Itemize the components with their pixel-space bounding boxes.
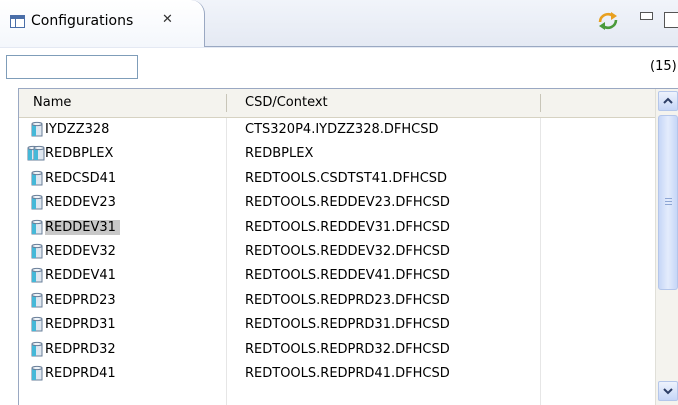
cell-csd-context: REDTOOLS.REDDEV32.DFHCSD	[245, 243, 450, 259]
cell-name: REDBPLEX	[45, 146, 114, 162]
table-row[interactable]: REDDEV23 REDTOOLS.REDDEV23.DFHCSD	[19, 191, 655, 215]
maximize-icon[interactable]	[664, 12, 678, 28]
table-row[interactable]: REDPRD41 REDTOOLS.REDPRD41.DFHCSD	[19, 362, 655, 386]
database-icon	[27, 292, 45, 309]
database-icon	[27, 194, 45, 211]
table-row[interactable]: REDDEV31 REDTOOLS.REDDEV31.DFHCSD	[19, 216, 655, 240]
column-separator[interactable]	[540, 94, 541, 112]
database-icon	[27, 170, 45, 187]
column-header-csd-context[interactable]: CSD/Context	[245, 95, 328, 110]
cell-name: IYDZZ328	[45, 122, 110, 137]
table-row[interactable]: REDDEV32 REDTOOLS.REDDEV32.DFHCSD	[19, 240, 655, 264]
cell-name: REDDEV31	[45, 219, 120, 235]
table-row[interactable]: REDPRD23 REDTOOLS.REDPRD23.DFHCSD	[19, 289, 655, 313]
cell-csd-context: REDTOOLS.REDPRD32.DFHCSD	[245, 341, 450, 357]
cell-csd-context: CTS320P4.IYDZZ328.DFHCSD	[245, 122, 439, 137]
table-row[interactable]: REDPRD32 REDTOOLS.REDPRD32.DFHCSD	[19, 338, 655, 362]
cell-name: REDDEV32	[45, 243, 116, 259]
cell-name: REDPRD23	[45, 292, 116, 308]
cell-name: REDPRD32	[45, 341, 116, 357]
scroll-down-button[interactable]	[658, 381, 678, 401]
table-header: Name CSD/Context	[19, 89, 659, 118]
cell-csd-context: REDBPLEX	[245, 146, 314, 162]
cell-csd-context: REDTOOLS.REDDEV31.DFHCSD	[245, 219, 450, 235]
database-icon	[27, 267, 45, 284]
sync-icon[interactable]	[596, 10, 620, 32]
database-icon	[27, 341, 45, 358]
cell-name: REDPRD31	[45, 317, 116, 333]
cell-csd-context: REDTOOLS.REDDEV41.DFHCSD	[245, 268, 450, 284]
chevron-down-icon	[663, 388, 673, 395]
cell-csd-context: REDTOOLS.REDPRD23.DFHCSD	[245, 292, 450, 308]
cell-name: REDPRD41	[45, 365, 116, 381]
scroll-up-button[interactable]	[658, 91, 678, 111]
table-row[interactable]: REDBPLEX REDBPLEX	[19, 142, 655, 166]
minimize-icon[interactable]	[640, 12, 653, 20]
cell-csd-context: REDTOOLS.REDDEV23.DFHCSD	[245, 195, 450, 211]
table-row[interactable]: REDPRD31 REDTOOLS.REDPRD31.DFHCSD	[19, 313, 655, 337]
filter-input[interactable]	[6, 55, 138, 79]
cell-name: REDCSD41	[45, 170, 117, 186]
item-count: (15)	[650, 59, 677, 74]
cell-csd-context: REDTOOLS.REDPRD31.DFHCSD	[245, 317, 450, 333]
cell-name: REDDEV41	[45, 268, 116, 284]
cell-name: REDDEV23	[45, 195, 116, 211]
table-row[interactable]: REDDEV41 REDTOOLS.REDDEV41.DFHCSD	[19, 264, 655, 288]
column-separator[interactable]	[226, 94, 227, 112]
database-icon	[27, 243, 45, 260]
database-icon	[27, 219, 45, 236]
multi-database-icon	[27, 145, 45, 162]
view-tab-bar: Configurations ✕	[0, 0, 678, 48]
grip-icon	[665, 198, 672, 199]
cell-csd-context: REDTOOLS.REDPRD41.DFHCSD	[245, 365, 450, 381]
database-icon	[27, 121, 45, 138]
configurations-table: Name CSD/Context IYDZZ328 CTS320P4.IYDZZ…	[18, 88, 678, 405]
tab-title: Configurations	[31, 13, 134, 29]
column-header-name[interactable]: Name	[33, 95, 71, 110]
table-row[interactable]: IYDZZ328 CTS320P4.IYDZZ328.DFHCSD	[19, 118, 655, 142]
database-icon	[27, 316, 45, 333]
table-view-icon	[10, 15, 25, 28]
cell-csd-context: REDTOOLS.CSDTST41.DFHCSD	[245, 170, 448, 186]
table-row[interactable]: REDCSD41 REDTOOLS.CSDTST41.DFHCSD	[19, 167, 655, 191]
database-icon	[27, 365, 45, 382]
vertical-scrollbar[interactable]	[655, 89, 678, 405]
table-body: IYDZZ328 CTS320P4.IYDZZ328.DFHCSD REDBPL…	[19, 118, 655, 386]
scrollbar-thumb[interactable]	[658, 115, 678, 290]
tab-divider	[204, 46, 678, 47]
close-icon[interactable]: ✕	[162, 12, 173, 27]
tab-configurations[interactable]: Configurations ✕	[0, 0, 205, 47]
chevron-up-icon	[663, 97, 673, 104]
